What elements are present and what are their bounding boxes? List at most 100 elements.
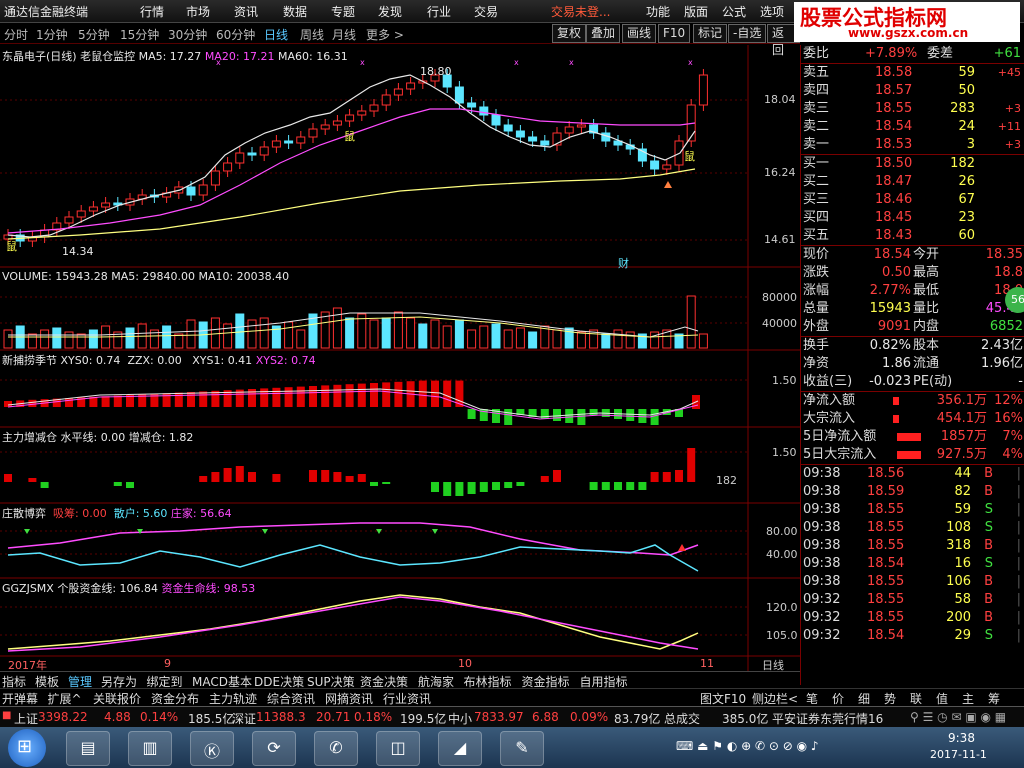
sz-change: 20.71 — [316, 710, 351, 724]
stat-row[interactable]: 涨幅2.77%最低18.0 — [801, 282, 1024, 300]
side-tab[interactable]: 价 — [832, 690, 844, 707]
buy-order-row[interactable]: 买二 18.47 26 — [801, 173, 1024, 191]
tick-time: 09:32 — [803, 592, 841, 607]
info-tab[interactable]: 网摘资讯 — [325, 690, 373, 707]
tab-period[interactable]: 30分钟 — [168, 26, 207, 43]
side-tab[interactable]: 图文F10 — [700, 690, 746, 707]
info-tab[interactable]: 扩展^ — [48, 690, 82, 707]
start-button[interactable]: ⊞ — [8, 729, 46, 767]
tick-list[interactable]: 09:38 18.56 44 B | 09:38 18.59 82 B | 09:38 18.55 59… — [801, 465, 1024, 645]
sell-order-row[interactable]: 卖三 18.55 283 +3 — [801, 100, 1024, 118]
explorer-icon[interactable]: ▤ — [66, 731, 110, 766]
menu-item[interactable]: 交易 — [474, 3, 498, 20]
wechat-icon[interactable]: ✆ — [314, 731, 358, 766]
buy-order-row[interactable]: 买四 18.45 23 — [801, 209, 1024, 227]
menu-item[interactable]: 发现 — [378, 3, 402, 20]
stock-app-icon[interactable]: ▥ — [128, 731, 172, 766]
stat-row[interactable]: 涨跌 0.50 最高 18.8 — [801, 264, 1024, 282]
tick-row[interactable]: 09:32 18.54 29 S | — [801, 627, 1024, 645]
sh-index[interactable]: 3398.22 — [38, 710, 88, 724]
stat-label: 最低 — [913, 283, 940, 298]
stat-row[interactable]: 换手 0.82% 股本 2.43亿 — [801, 337, 1024, 355]
tick-row[interactable]: 09:38 18.55 59 S | — [801, 501, 1024, 519]
info-tab[interactable]: 主力轨迹 — [209, 690, 257, 707]
k-app-icon[interactable]: Ⓚ — [190, 731, 234, 766]
side-tab[interactable]: 势 — [884, 690, 896, 707]
tick-row[interactable]: 09:38 18.56 44 B | — [801, 465, 1024, 483]
f10-button[interactable]: F10 — [658, 24, 691, 43]
flow-row[interactable]: 5日净流入额 1857万 7% — [801, 428, 1024, 446]
flow-row[interactable]: 5日大宗流入 927.5万 4% — [801, 446, 1024, 464]
trade-app-icon[interactable]: ◫ — [376, 731, 420, 766]
info-tab[interactable]: 行业资讯 — [383, 690, 431, 707]
sell-order-row[interactable]: 卖二 18.54 24 +11 — [801, 118, 1024, 136]
zx-index[interactable]: 7833.97 — [474, 710, 524, 724]
restore-right-button[interactable]: 复权 — [552, 24, 587, 43]
refresh-app-icon[interactable]: ⟳ — [252, 731, 296, 766]
info-tab[interactable]: 关联报价 — [93, 690, 141, 707]
side-tab[interactable]: 筹 — [988, 690, 1000, 707]
tick-row[interactable]: 09:38 18.55 108 S | — [801, 519, 1024, 537]
stat-row[interactable]: 现价 18.54 今开 18.35 — [801, 246, 1024, 264]
tab-period[interactable]: 分时 — [4, 26, 28, 43]
side-tab[interactable]: 侧边栏< — [752, 690, 798, 707]
tab-period[interactable]: 60分钟 — [216, 26, 255, 43]
tick-row[interactable]: 09:38 18.55 318 B | — [801, 537, 1024, 555]
menu-item[interactable]: 版面 — [684, 3, 708, 20]
tick-row[interactable]: 09:38 18.55 106 B | — [801, 573, 1024, 591]
info-tab[interactable]: 综合资讯 — [267, 690, 315, 707]
tick-row[interactable]: 09:38 18.54 16 S | — [801, 555, 1024, 573]
menu-item[interactable]: 专题 — [331, 3, 355, 20]
tray-icons[interactable]: ⌨ ⏏ ⚑ ◐ ⊕ ✆ ⊙ ⊘ ◉ ♪ — [676, 739, 819, 753]
stat-row[interactable]: 总量 15943 量比 45.42 — [801, 300, 1024, 318]
tick-row[interactable]: 09:32 18.55 200 B | — [801, 609, 1024, 627]
stat-row[interactable]: 外盘 9091 内盘 6852 — [801, 318, 1024, 336]
candle-body — [332, 120, 342, 126]
buy-order-row[interactable]: 买一 18.50 182 — [801, 155, 1024, 173]
tab-period-active[interactable]: 日线 — [264, 26, 288, 43]
sell-order-row[interactable]: 卖一 18.53 3 +3 — [801, 136, 1024, 154]
stat-row[interactable]: 净资 1.86 流通 1.96亿 — [801, 355, 1024, 373]
overlay-button[interactable]: 叠加 — [586, 24, 621, 43]
tick-row[interactable]: 09:32 18.55 58 B | — [801, 591, 1024, 609]
clock-time[interactable]: 9:38 — [948, 731, 975, 745]
stat-row[interactable]: 收益(三) -0.023 PE(动) - — [801, 373, 1024, 391]
buy-order-row[interactable]: 买五 18.43 60 — [801, 227, 1024, 245]
menu-item[interactable]: 行情 — [140, 3, 164, 20]
clock-date[interactable]: 2017-11-1 — [930, 748, 987, 761]
tab-period[interactable]: 5分钟 — [78, 26, 110, 43]
tdx-app-icon[interactable]: ◢ — [438, 731, 482, 766]
tab-period[interactable]: 15分钟 — [120, 26, 159, 43]
tick-row[interactable]: 09:38 18.59 82 B | — [801, 483, 1024, 501]
favorite-button[interactable]: -自选 — [728, 24, 767, 43]
side-tab[interactable]: 值 — [936, 690, 948, 707]
sell-order-row[interactable]: 卖四 18.57 50 — [801, 82, 1024, 100]
menu-item[interactable]: 公式 — [722, 3, 746, 20]
menu-item[interactable]: 行业 — [427, 3, 451, 20]
side-tab[interactable]: 联 — [910, 690, 922, 707]
sell-order-row[interactable]: 卖五 18.58 59 +45 — [801, 64, 1024, 82]
paint-icon[interactable]: ✎ — [500, 731, 544, 766]
mark-button[interactable]: 标记 — [693, 24, 728, 43]
tab-period[interactable]: 月线 — [332, 26, 356, 43]
side-tab[interactable]: 笔 — [806, 690, 818, 707]
menu-item[interactable]: 市场 — [186, 3, 210, 20]
tab-period[interactable]: 1分钟 — [36, 26, 68, 43]
menu-item[interactable]: 数据 — [283, 3, 307, 20]
menu-item[interactable]: 资讯 — [234, 3, 258, 20]
sz-index[interactable]: 11388.3 — [256, 710, 306, 724]
side-tab[interactable]: 细 — [858, 690, 870, 707]
float-badge[interactable]: 56 — [1005, 287, 1024, 313]
info-tab[interactable]: 资金分布 — [151, 690, 199, 707]
tab-more[interactable]: 更多 > — [366, 26, 404, 43]
trade-status[interactable]: 交易未登... — [551, 3, 610, 20]
flow-row[interactable]: 大宗流入 454.1万 16% — [801, 410, 1024, 428]
draw-line-button[interactable]: 画线 — [622, 24, 657, 43]
side-tab[interactable]: 主 — [962, 690, 974, 707]
menu-item[interactable]: 功能 — [646, 3, 670, 20]
buy-order-row[interactable]: 买三 18.46 67 — [801, 191, 1024, 209]
info-tab[interactable]: 开弹幕 — [2, 690, 38, 707]
flow-row[interactable]: 净流入额 356.1万 12% — [801, 392, 1024, 410]
tab-period[interactable]: 周线 — [300, 26, 324, 43]
menu-item[interactable]: 选项 — [760, 3, 784, 20]
